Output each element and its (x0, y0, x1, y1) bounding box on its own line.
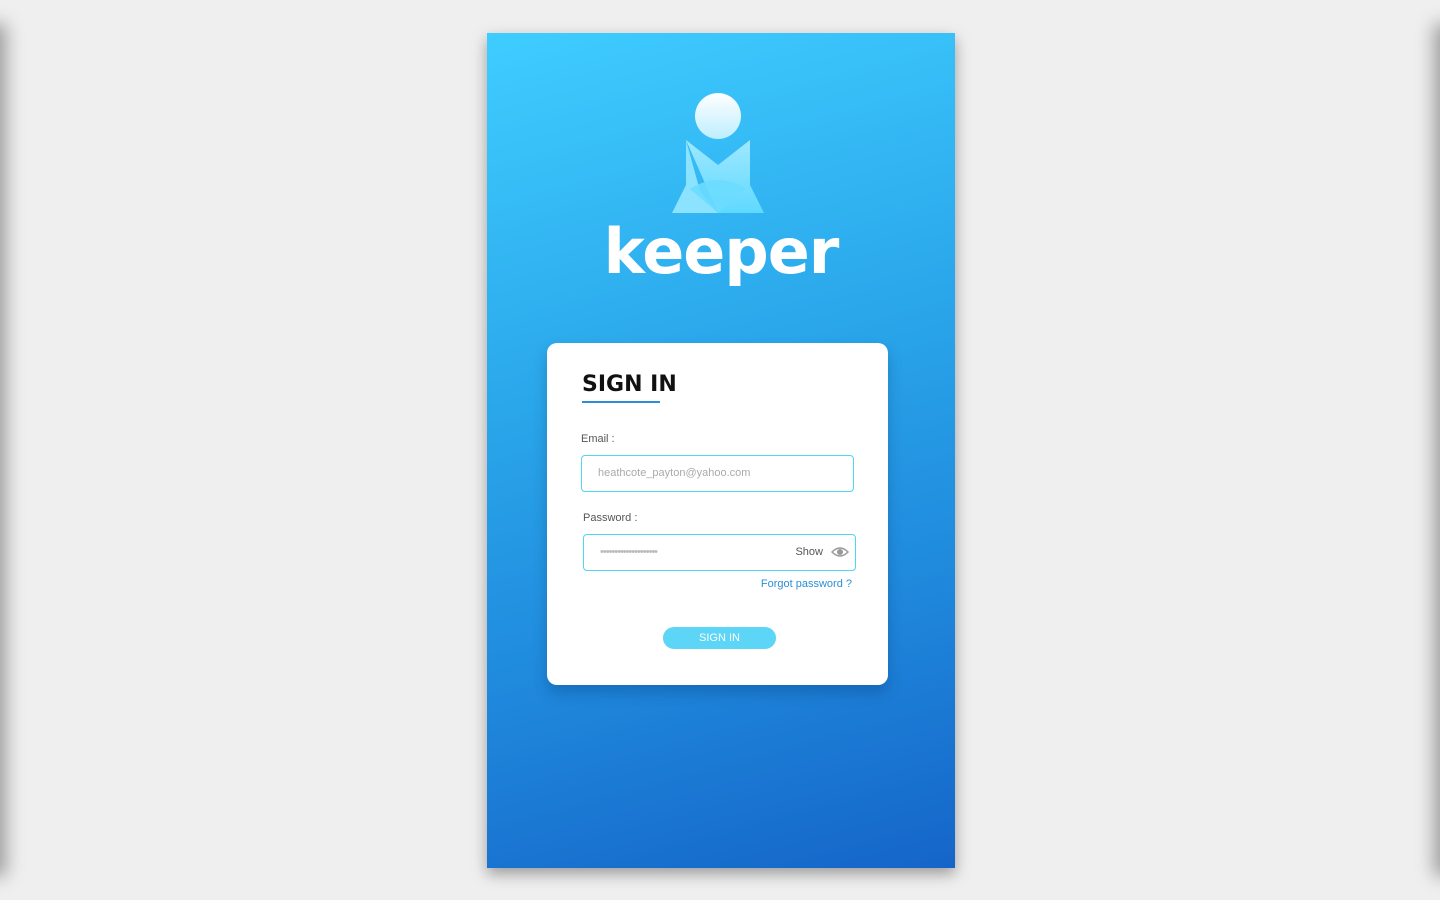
mobile-screen: keeper SIGN IN Email : Password : Show F… (487, 33, 955, 868)
email-field[interactable] (596, 466, 790, 480)
signin-title: SIGN IN (582, 372, 677, 397)
person-x-logo-icon (672, 93, 764, 213)
signin-card: SIGN IN Email : Password : Show Forgot p… (547, 343, 888, 685)
email-label: Email : (581, 433, 615, 445)
password-label: Password : (583, 512, 638, 524)
brand-name: keeper (603, 215, 840, 288)
email-field-box[interactable] (581, 455, 854, 492)
password-field-box[interactable]: Show (583, 534, 856, 571)
password-field[interactable] (598, 545, 792, 559)
title-underline (582, 401, 660, 403)
eye-icon[interactable] (831, 545, 849, 559)
signin-button[interactable]: SIGN IN (663, 627, 776, 649)
forgot-password-link[interactable]: Forgot password ? (761, 578, 852, 590)
show-password-label[interactable]: Show (795, 546, 823, 558)
